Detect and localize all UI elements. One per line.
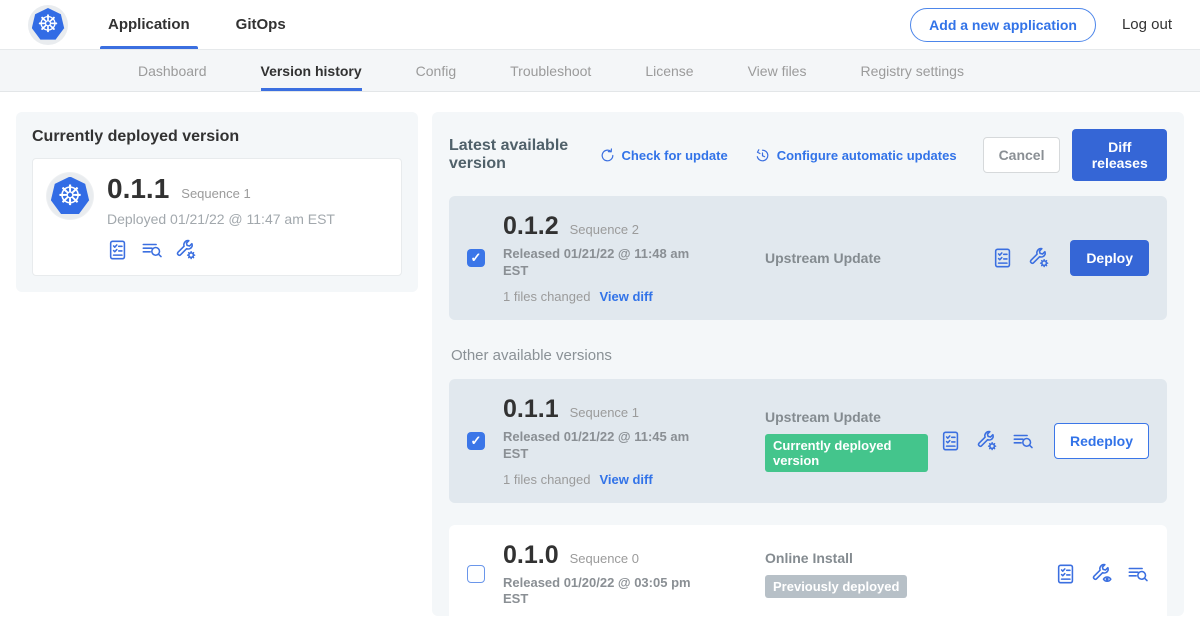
kubernetes-logo-icon: ☸ [32,8,65,41]
subnav-troubleshoot[interactable]: Troubleshoot [510,50,591,91]
app-subnav: Dashboard Version history Config Trouble… [0,50,1200,92]
currently-deployed-badge: Currently deployed version [765,434,928,472]
version-number: 0.1.1 [503,395,559,424]
refresh-icon [599,147,616,164]
add-new-application-button[interactable]: Add a new application [910,8,1096,42]
main-content: Currently deployed version ☸ 0.1.1 Seque… [0,92,1200,616]
subnav-dashboard[interactable]: Dashboard [138,50,207,91]
edit-config-icon[interactable] [976,430,998,452]
version-source-label: Online Install [765,550,1043,566]
version-checkbox[interactable] [467,432,485,450]
view-config-icon[interactable] [1091,563,1113,585]
files-changed-label: 1 files changed [503,289,590,304]
version-checkbox[interactable] [467,565,485,583]
other-available-versions-title: Other available versions [451,347,1167,364]
preflight-checks-icon[interactable] [107,239,129,261]
deployed-version-box: ☸ 0.1.1 Sequence 1 Deployed 01/21/22 @ 1… [32,158,402,276]
preflight-checks-icon[interactable] [940,430,962,452]
files-changed-label: 1 files changed [503,472,590,487]
logout-link[interactable]: Log out [1122,16,1172,33]
view-diff-link[interactable]: View diff [599,472,652,487]
version-row-0-1-1: 0.1.1 Sequence 1 Released 01/21/22 @ 11:… [449,379,1167,503]
view-diff-link[interactable]: View diff [599,289,652,304]
auto-update-clock-icon [754,147,771,164]
version-row-0-1-2: 0.1.2 Sequence 2 Released 01/21/22 @ 11:… [449,196,1167,320]
version-number: 0.1.2 [503,212,559,241]
cancel-button[interactable]: Cancel [983,137,1061,173]
top-navbar: ☸ Application GitOps Add a new applicati… [0,0,1200,50]
edit-config-icon[interactable] [175,239,197,261]
tab-gitops[interactable]: GitOps [234,0,288,49]
tab-application[interactable]: Application [106,0,192,49]
latest-available-title: Latest available version [449,137,585,173]
released-timestamp: Released 01/21/22 @ 11:48 am EST [503,246,695,280]
version-row-0-1-0: 0.1.0 Sequence 0 Released 01/20/22 @ 03:… [449,525,1167,625]
deployed-timestamp: Deployed 01/21/22 @ 11:47 am EST [107,211,335,227]
currently-deployed-card: Currently deployed version ☸ 0.1.1 Seque… [16,112,418,292]
deployed-card-title: Currently deployed version [32,128,402,146]
view-files-icon[interactable] [1012,430,1034,452]
sequence-label: Sequence 0 [570,551,639,566]
redeploy-button[interactable]: Redeploy [1054,423,1149,459]
subnav-version-history[interactable]: Version history [261,50,362,91]
view-files-icon[interactable] [1127,563,1149,585]
released-timestamp: Released 01/20/22 @ 03:05 pm EST [503,575,695,609]
preflight-checks-icon[interactable] [992,247,1014,269]
released-timestamp: Released 01/21/22 @ 11:45 am EST [503,429,695,463]
diff-releases-button[interactable]: Diff releases [1072,129,1167,181]
previously-deployed-badge: Previously deployed [765,575,907,598]
app-logo[interactable]: ☸ [28,0,68,49]
sequence-label: Sequence 1 [570,405,639,420]
subnav-view-files[interactable]: View files [748,50,807,91]
subnav-config[interactable]: Config [416,50,456,91]
preflight-checks-icon[interactable] [1055,563,1077,585]
version-source-label: Upstream Update [765,409,928,425]
check-for-update-link[interactable]: Check for update [599,147,728,164]
edit-config-icon[interactable] [1028,247,1050,269]
sequence-label: Sequence 2 [570,222,639,237]
version-number: 0.1.0 [503,541,559,570]
view-files-icon[interactable] [141,239,163,261]
version-checkbox[interactable] [467,249,485,267]
panel-header: Latest available version Check for updat… [449,129,1167,181]
top-right-actions: Add a new application Log out [910,0,1200,49]
available-versions-panel: Latest available version Check for updat… [432,112,1184,616]
deploy-button[interactable]: Deploy [1070,240,1149,276]
subnav-registry-settings[interactable]: Registry settings [860,50,963,91]
subnav-license[interactable]: License [645,50,693,91]
version-source-label: Upstream Update [765,250,980,266]
deployed-version-number: 0.1.1 [107,173,169,205]
deployed-sequence-label: Sequence 1 [181,186,250,201]
kubernetes-app-icon: ☸ [51,177,90,216]
configure-automatic-updates-link[interactable]: Configure automatic updates [754,147,957,164]
